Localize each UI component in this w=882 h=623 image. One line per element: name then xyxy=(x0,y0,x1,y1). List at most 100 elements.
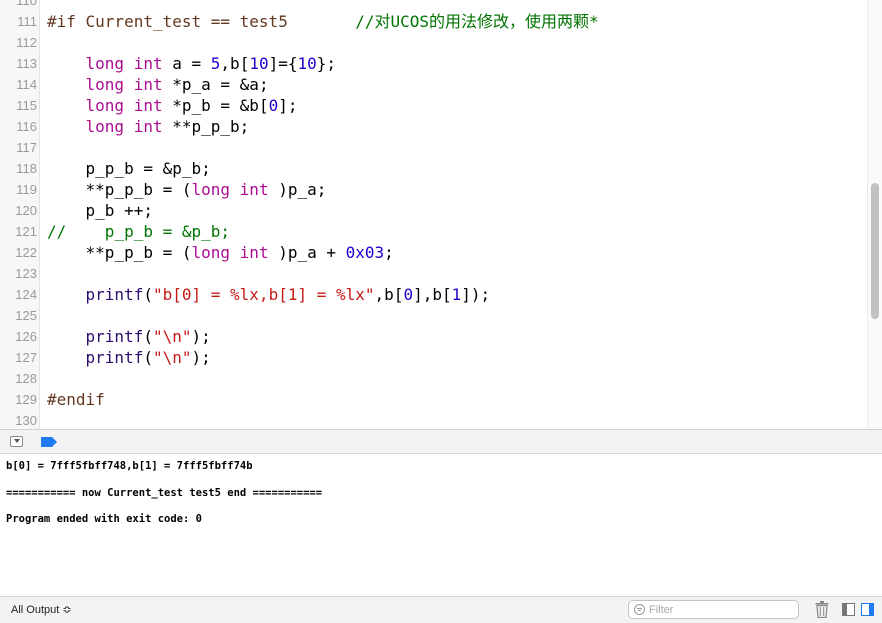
filter-field[interactable] xyxy=(628,600,799,619)
code-line[interactable]: 115 long int *p_b = &b[0]; xyxy=(0,95,868,116)
code-token: ],b[ xyxy=(413,285,452,304)
code-line[interactable]: 112 xyxy=(0,32,868,53)
code-line[interactable]: 111 #if Current_test == test5 //对UCOS的用法修… xyxy=(0,11,868,32)
line-number: 128 xyxy=(15,371,37,386)
line-number: 114 xyxy=(16,77,37,92)
filter-input[interactable] xyxy=(649,602,794,617)
breakpoint-toggle-icon[interactable] xyxy=(41,437,57,447)
line-number: 122 xyxy=(15,245,37,260)
line-number: 111 xyxy=(17,14,37,29)
code-line[interactable]: 128 xyxy=(0,368,868,389)
code-text: printf("\n"); xyxy=(47,326,211,347)
code-token: 0 xyxy=(403,285,414,304)
code-text: printf("b[0] = %lx,b[1] = %lx",b[0],b[1]… xyxy=(47,284,491,305)
console-bottom-bar: All Output ≎ xyxy=(0,596,882,623)
code-line[interactable]: 126 printf("\n"); xyxy=(0,326,868,347)
debug-bar xyxy=(0,429,882,454)
code-line[interactable]: 114 long int *p_a = &a; xyxy=(0,74,868,95)
code-line[interactable]: 113 long int a = 5,b[10]={10}; xyxy=(0,53,868,74)
line-number: 121 xyxy=(15,224,37,239)
code-token: int xyxy=(239,243,269,262)
line-number: 125 xyxy=(15,308,37,323)
code-token: printf xyxy=(85,348,144,367)
trash-icon[interactable] xyxy=(815,601,829,618)
line-number: 110 xyxy=(16,0,37,8)
code-token: **p_p_b = ( xyxy=(47,180,192,199)
code-line[interactable]: 120 p_b ++; xyxy=(0,200,868,221)
code-line[interactable]: 130 xyxy=(0,410,868,429)
code-token: **p_p_b = ( xyxy=(47,243,192,262)
code-token: "\n" xyxy=(152,327,192,346)
code-token: "b[0] = %lx,b[1] = %lx" xyxy=(152,285,375,304)
code-token: long xyxy=(85,54,125,73)
line-number: 112 xyxy=(16,35,37,50)
code-line[interactable]: 127 printf("\n"); xyxy=(0,347,868,368)
code-token: ( xyxy=(143,327,153,346)
code-text: p_p_b = &p_b; xyxy=(47,158,211,179)
hide-debug-area-icon[interactable] xyxy=(10,436,23,447)
output-selector[interactable]: All Output ≎ xyxy=(11,603,72,616)
code-token: // p_p_b = &p_b; xyxy=(47,222,231,241)
code-text: long int a = 5,b[10]={10}; xyxy=(47,53,337,74)
code-token: ( xyxy=(143,348,153,367)
code-token: long xyxy=(85,96,125,115)
code-token: long xyxy=(85,75,125,94)
editor-scrollbar[interactable] xyxy=(867,0,882,429)
code-token: )p_a; xyxy=(268,180,327,199)
code-token: "\n" xyxy=(152,348,192,367)
code-token: a = xyxy=(162,54,211,73)
code-token: int xyxy=(239,180,269,199)
code-line[interactable]: 119 **p_p_b = (long int )p_a; xyxy=(0,179,868,200)
code-token: 10 xyxy=(297,54,317,73)
split-right-icon[interactable] xyxy=(861,603,874,616)
code-token: p_p_b = &p_b; xyxy=(47,159,211,178)
code-line[interactable]: 110 xyxy=(0,0,868,11)
editor-scrollbar-thumb[interactable] xyxy=(871,183,879,319)
code-token: #endif xyxy=(47,390,105,409)
code-token: //对UCOS的用法修改，使用两颗* xyxy=(355,12,599,31)
code-token: 0x03 xyxy=(345,243,385,262)
line-number: 127 xyxy=(15,350,37,365)
code-line[interactable]: 116 long int **p_p_b; xyxy=(0,116,868,137)
code-token: ,b[ xyxy=(220,54,250,73)
code-line[interactable]: 124 printf("b[0] = %lx,b[1] = %lx",b[0],… xyxy=(0,284,868,305)
filter-icon xyxy=(634,604,645,615)
line-number: 119 xyxy=(16,182,37,197)
code-token: **p_p_b; xyxy=(162,117,250,136)
code-token: ,b[ xyxy=(374,285,404,304)
code-text: #if Current_test == test5 //对UCOS的用法修改，使… xyxy=(47,11,599,32)
code-line[interactable]: 129 #endif xyxy=(0,389,868,410)
line-number: 130 xyxy=(15,413,37,428)
split-left-icon[interactable] xyxy=(842,603,855,616)
line-number: 126 xyxy=(15,329,37,344)
code-text: // p_p_b = &p_b; xyxy=(47,221,230,242)
code-line[interactable]: 122 **p_p_b = (long int )p_a + 0x03; xyxy=(0,242,868,263)
line-number: 118 xyxy=(16,161,37,176)
code-text: **p_p_b = (long int )p_a; xyxy=(47,179,327,200)
code-text: printf("\n"); xyxy=(47,347,211,368)
code-token: int xyxy=(133,75,163,94)
code-token: long xyxy=(191,180,231,199)
line-number: 116 xyxy=(16,119,37,134)
code-line[interactable]: 121 // p_p_b = &p_b; xyxy=(0,221,868,242)
code-token: #if Current_test == test5 xyxy=(47,12,356,31)
code-line[interactable]: 125 xyxy=(0,305,868,326)
console-output[interactable]: b[0] = 7fff5fbff748,b[1] = 7fff5fbff74b … xyxy=(0,454,882,596)
code-line[interactable]: 123 xyxy=(0,263,868,284)
code-token: ); xyxy=(191,348,211,367)
code-text: long int *p_b = &b[0]; xyxy=(47,95,298,116)
code-line[interactable]: 118 p_p_b = &p_b; xyxy=(0,158,868,179)
code-token: ( xyxy=(143,285,153,304)
console-line: b[0] = 7fff5fbff748,b[1] = 7fff5fbff74b xyxy=(6,460,253,472)
source-editor[interactable]: 110 111 #if Current_test == test5 //对UCOS的… xyxy=(0,0,882,429)
console-line: =========== now Current_test test5 end =… xyxy=(6,487,323,499)
code-line[interactable]: 117 xyxy=(0,137,868,158)
line-number: 117 xyxy=(16,140,37,155)
code-token: ); xyxy=(191,327,211,346)
code-token: *p_a = &a; xyxy=(162,75,269,94)
code-token: 10 xyxy=(249,54,269,73)
